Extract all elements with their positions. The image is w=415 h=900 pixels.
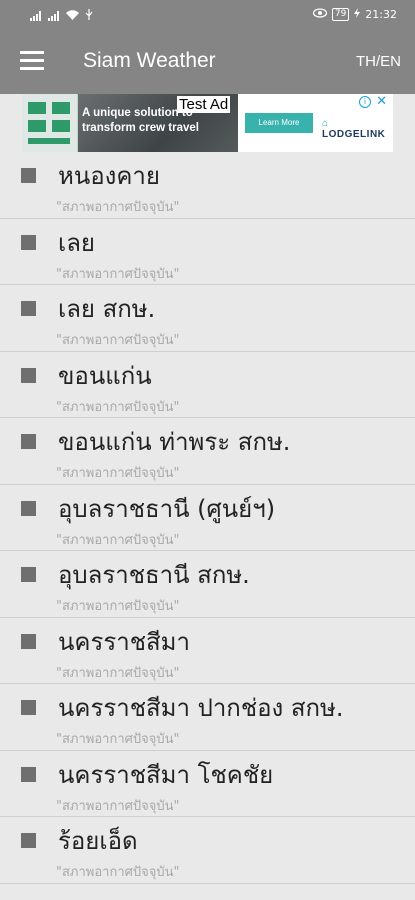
- station-list: หนองคาย "สภาพอากาศปัจจุบัน" เลย "สภาพอาก…: [0, 152, 415, 884]
- station-row[interactable]: เลย "สภาพอากาศปัจจุบัน": [0, 219, 415, 285]
- station-name: เลย สกษ.: [58, 295, 156, 323]
- station-subtitle: "สภาพอากาศปัจจุบัน": [56, 399, 180, 415]
- station-name: นครราชสีมา โชคชัย: [58, 760, 274, 789]
- station-name: หนองคาย: [58, 162, 160, 190]
- station-name: นครราชสีมา ปากช่อง สกษ.: [58, 694, 344, 722]
- station-name: อุบลราชธานี (ศูนย์ฯ): [58, 494, 276, 523]
- station-subtitle: "สภาพอากาศปัจจุบัน": [56, 532, 180, 548]
- hamburger-menu-icon[interactable]: [20, 51, 44, 71]
- station-row[interactable]: นครราชสีมา โชคชัย "สภาพอากาศปัจจุบัน": [0, 751, 415, 817]
- station-bullet-icon: [21, 168, 36, 183]
- app-title: Siam Weather: [83, 49, 216, 72]
- station-name: เลย: [58, 228, 95, 257]
- station-row[interactable]: ขอนแก่น ท่าพระ สกษ. "สภาพอากาศปัจจุบัน": [0, 418, 415, 485]
- station-name: ร้อยเอ็ด: [58, 827, 138, 855]
- station-row[interactable]: ร้อยเอ็ด "สภาพอากาศปัจจุบัน": [0, 817, 415, 884]
- station-subtitle: "สภาพอากาศปัจจุบัน": [56, 599, 180, 614]
- station-name: นครราชสีมา: [58, 627, 190, 656]
- station-row[interactable]: นครราชสีมา ปากช่อง สกษ. "สภาพอากาศปัจจุบ…: [0, 684, 415, 751]
- language-toggle-button[interactable]: TH/EN: [356, 53, 401, 70]
- station-row[interactable]: อุบลราชธานี (ศูนย์ฯ) "สภาพอากาศปัจจุบัน": [0, 485, 415, 551]
- ad-app-screenshot-image: [22, 94, 78, 152]
- cell-signal-2-icon: [48, 11, 60, 21]
- station-subtitle: "สภาพอากาศปัจจุบัน": [56, 665, 180, 681]
- station-bullet-icon: [21, 567, 36, 582]
- ad-close-icon[interactable]: ✕: [376, 94, 387, 109]
- station-row[interactable]: หนองคาย "สภาพอากาศปัจจุบัน": [0, 152, 415, 219]
- station-row[interactable]: นครราชสีมา "สภาพอากาศปัจจุบัน": [0, 618, 415, 684]
- ad-brand-logo: ⌂ LODGELINK: [322, 118, 386, 140]
- station-bullet-icon: [21, 700, 36, 715]
- station-name: ขอนแก่น ท่าพระ สกษ.: [58, 428, 291, 456]
- cell-signal-icon: [30, 11, 42, 21]
- eye-icon: [312, 8, 327, 21]
- ad-banner[interactable]: A unique solution to transform crew trav…: [22, 94, 393, 152]
- ad-test-label: Test Ad: [177, 96, 231, 113]
- usb-icon: [85, 9, 93, 23]
- charging-icon: [354, 8, 361, 21]
- station-subtitle: "สภาพอากาศปัจจุบัน": [56, 466, 180, 481]
- station-bullet-icon: [21, 633, 36, 649]
- status-icons-right: 79 21:32: [312, 8, 397, 21]
- station-subtitle: "สภาพอากาศปัจจุบัน": [56, 333, 180, 348]
- station-row[interactable]: อุบลราชธานี สกษ. "สภาพอากาศปัจจุบัน": [0, 551, 415, 618]
- station-name: ขอนแก่น: [58, 361, 152, 390]
- wifi-icon: [66, 9, 79, 23]
- status-time: 21:32: [365, 8, 397, 21]
- station-subtitle: "สภาพอากาศปัจจุบัน": [56, 200, 180, 215]
- status-icons-left: [30, 9, 93, 23]
- station-subtitle: "สภาพอากาศปัจจุบัน": [56, 732, 180, 747]
- station-bullet-icon: [21, 234, 36, 250]
- station-bullet-icon: [21, 301, 36, 316]
- ad-learn-more-button[interactable]: Learn More: [245, 113, 313, 133]
- battery-icon: 79: [331, 8, 350, 21]
- app-bar: Siam Weather TH/EN: [0, 30, 415, 94]
- station-subtitle: "สภาพอากาศปัจจุบัน": [56, 266, 180, 282]
- ad-brand-name: LODGELINK: [322, 129, 386, 140]
- station-name: อุบลราชธานี สกษ.: [58, 561, 250, 589]
- station-subtitle: "สภาพอากาศปัจจุบัน": [56, 798, 180, 814]
- station-bullet-icon: [21, 833, 36, 848]
- station-bullet-icon: [21, 367, 36, 383]
- station-bullet-icon: [21, 500, 36, 516]
- station-row[interactable]: ขอนแก่น "สภาพอากาศปัจจุบัน": [0, 352, 415, 418]
- status-bar: 79 21:32: [0, 0, 415, 30]
- station-bullet-icon: [21, 766, 36, 782]
- station-row[interactable]: เลย สกษ. "สภาพอากาศปัจจุบัน": [0, 285, 415, 352]
- station-subtitle: "สภาพอากาศปัจจุบัน": [56, 865, 180, 880]
- ad-info-icon[interactable]: i: [359, 96, 371, 108]
- station-bullet-icon: [21, 434, 36, 449]
